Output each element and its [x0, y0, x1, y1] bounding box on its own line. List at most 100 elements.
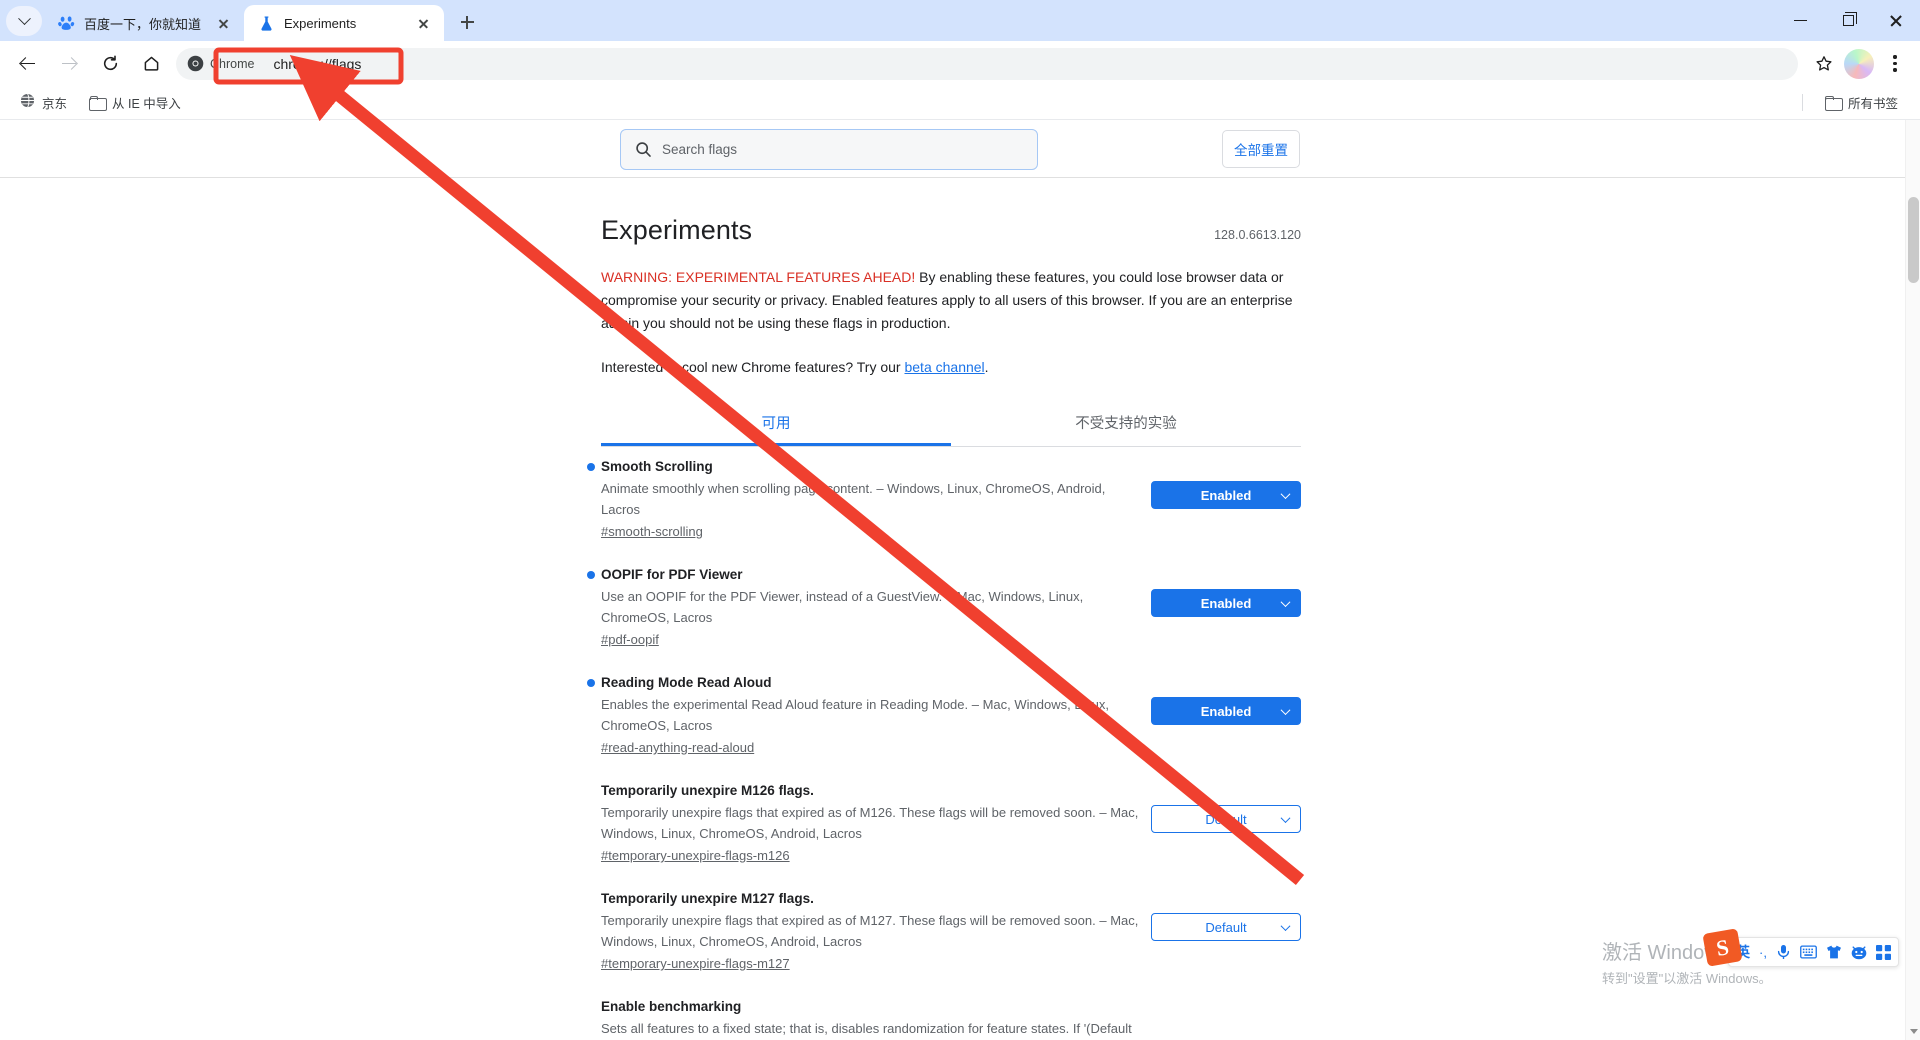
flag-body: Temporarily unexpire M127 flags. Tempora… [601, 891, 1141, 973]
flag-state-value: Default [1205, 919, 1247, 935]
all-bookmarks-label: 所有书签 [1847, 97, 1898, 111]
flags-tabs: 可用 不受支持的实验 [601, 401, 1301, 447]
omnibox-url-text: chrome://flags [273, 55, 362, 72]
tab-close-icon[interactable] [212, 12, 234, 34]
flag-state-select[interactable]: Enabled [1151, 589, 1301, 617]
chevron-down-icon [1280, 596, 1291, 607]
tab-search-chevron-down-icon[interactable] [6, 6, 42, 36]
omnibox-chip-label: Chrome [210, 56, 255, 71]
window-close-button[interactable] [1872, 0, 1920, 41]
bookmark-star-icon[interactable] [1808, 48, 1840, 80]
emoji-face-icon[interactable] [1851, 945, 1867, 960]
bookmark-label: 京东 [42, 97, 68, 111]
tab-unsupported[interactable]: 不受支持的实验 [951, 401, 1301, 446]
flags-inner-column: Experiments 128.0.6613.120 WARNING: EXPE… [587, 178, 1301, 1040]
search-flags-input[interactable]: Search flags [620, 129, 1038, 170]
beta-channel-link[interactable]: beta channel [904, 359, 984, 375]
folder-icon [1824, 96, 1843, 111]
chrome-logo-icon [187, 55, 204, 72]
sogou-ime-toolbar: 英 ·, [1728, 937, 1899, 967]
flag-modified-dot-icon [587, 571, 595, 579]
flag-row: Temporarily unexpire M127 flags. Tempora… [601, 879, 1301, 987]
flag-permalink[interactable]: #temporary-unexpire-flags-m127 [601, 956, 790, 971]
flag-permalink[interactable]: #pdf-oopif [601, 632, 659, 647]
skin-shirt-icon[interactable] [1826, 945, 1842, 960]
flags-content: Experiments 128.0.6613.120 WARNING: EXPE… [0, 178, 1920, 1040]
punctuation-toggle-icon[interactable]: ·, [1759, 945, 1767, 960]
flag-title: Smooth Scrolling [601, 459, 713, 474]
search-placeholder: Search flags [662, 142, 738, 157]
home-button[interactable] [134, 47, 168, 81]
scrollbar-thumb[interactable] [1908, 197, 1919, 283]
reset-all-button[interactable]: 全部重置 [1222, 130, 1300, 168]
new-tab-button[interactable] [452, 7, 482, 37]
voice-input-icon[interactable] [1776, 944, 1791, 960]
bookmarks-bar: 京东 从 IE 中导入 所有书签 [0, 86, 1920, 120]
chevron-down-icon [1280, 488, 1291, 499]
warning-strong: WARNING: EXPERIMENTAL FEATURES AHEAD! [601, 269, 916, 285]
flag-state-select[interactable]: Enabled [1151, 697, 1301, 725]
bookmark-item-jd[interactable]: 京东 [12, 90, 75, 116]
divider [1801, 94, 1803, 111]
beta-prefix: Interested in cool new Chrome features? … [601, 359, 905, 375]
all-bookmarks-button[interactable]: 所有书签 [1817, 90, 1906, 116]
flag-title: Temporarily unexpire M126 flags. [601, 783, 814, 798]
flag-body: Smooth Scrolling Animate smoothly when s… [601, 459, 1141, 541]
flags-header-bar: Search flags 全部重置 [0, 120, 1920, 178]
soft-keyboard-icon[interactable] [1800, 945, 1817, 959]
flag-body: Enable benchmarking Sets all features to… [601, 999, 1141, 1040]
toolbox-grid-icon[interactable] [1875, 944, 1891, 960]
flag-state-value: Enabled [1200, 703, 1252, 719]
reload-button[interactable] [93, 47, 127, 81]
browser-tab-experiments[interactable]: Experiments [244, 5, 444, 41]
sogou-ime-logo[interactable]: S [1702, 928, 1743, 967]
back-button[interactable] [11, 47, 45, 81]
baidu-favicon-icon [58, 15, 75, 32]
flag-description: Temporarily unexpire flags that expired … [601, 805, 1139, 841]
page-title: Experiments [601, 215, 753, 245]
profile-avatar[interactable] [1844, 48, 1874, 79]
tab-title: 百度一下，你就知道 [84, 16, 202, 32]
flag-permalink[interactable]: #read-anything-read-aloud [601, 740, 754, 755]
page-scrollbar[interactable] [1905, 120, 1920, 1040]
browser-toolbar: Chrome chrome://flags [0, 41, 1920, 86]
address-bar[interactable]: Chrome chrome://flags [176, 47, 1798, 80]
tab-title: Experiments [284, 15, 357, 31]
chevron-down-icon [1280, 920, 1291, 931]
chrome-menu-button[interactable] [1880, 46, 1910, 82]
chevron-down-icon [1280, 812, 1291, 823]
flag-title: Reading Mode Read Aloud [601, 675, 772, 690]
flag-row: Reading Mode Read Aloud Enables the expe… [587, 663, 1301, 771]
page-title-row: Experiments 128.0.6613.120 [601, 215, 1301, 246]
flag-state-select[interactable]: Enabled [1151, 481, 1301, 509]
forward-button[interactable] [52, 47, 86, 81]
flag-state-value: Default [1205, 811, 1247, 827]
tab-strip: 百度一下，你就知道 Experiments [0, 0, 1920, 41]
flag-title: Enable benchmarking [601, 999, 742, 1014]
folder-icon [89, 96, 108, 111]
bookmark-folder-ie-import[interactable]: 从 IE 中导入 [81, 90, 189, 116]
flag-state-value: Enabled [1200, 595, 1252, 611]
tab-close-icon[interactable] [412, 12, 434, 34]
bookmarks-bar-right: 所有书签 [1801, 90, 1920, 116]
omnibox-chrome-chip: Chrome [187, 53, 256, 75]
flask-favicon-icon [258, 15, 275, 32]
tab-available[interactable]: 可用 [601, 401, 951, 446]
flag-row: OOPIF for PDF Viewer Use an OOPIF for th… [587, 555, 1301, 663]
flag-state-select[interactable]: Default [1151, 805, 1301, 833]
flag-row: Temporarily unexpire M126 flags. Tempora… [601, 771, 1301, 879]
scrollbar-down-arrow[interactable] [1906, 1023, 1920, 1040]
browser-tab-baidu[interactable]: 百度一下，你就知道 [44, 5, 244, 41]
window-controls [1776, 0, 1920, 41]
flag-permalink[interactable]: #smooth-scrolling [601, 524, 703, 539]
window-minimize-button[interactable] [1776, 0, 1824, 41]
flag-body: Temporarily unexpire M126 flags. Tempora… [601, 783, 1141, 865]
flag-body: Reading Mode Read Aloud Enables the expe… [601, 675, 1141, 757]
flag-description: Sets all features to a fixed state; that… [601, 1021, 1132, 1036]
window-maximize-button[interactable] [1824, 0, 1872, 41]
bookmark-label: 从 IE 中导入 [112, 97, 181, 111]
flag-permalink[interactable]: #temporary-unexpire-flags-m126 [601, 848, 790, 863]
flag-state-select[interactable]: Default [1151, 913, 1301, 941]
chevron-down-icon [1280, 704, 1291, 715]
flag-description: Enables the experimental Read Aloud feat… [601, 697, 1110, 733]
